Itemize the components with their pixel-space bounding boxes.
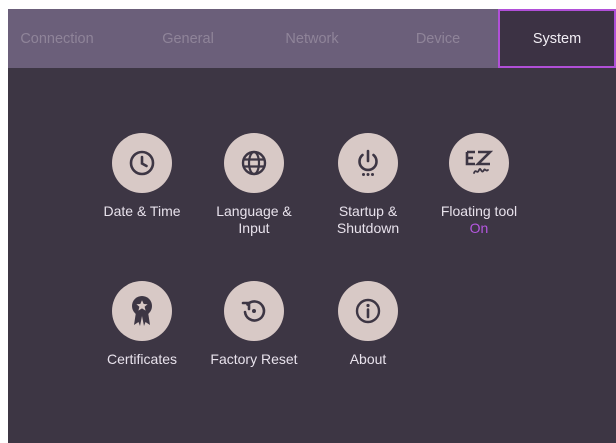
info-icon <box>355 298 381 324</box>
icon-circle <box>449 133 509 193</box>
floating-tool-tile[interactable]: Floating tool On <box>424 133 534 237</box>
tab-label: Device <box>415 30 461 47</box>
icon-circle <box>338 281 398 341</box>
tab-device[interactable]: Device <box>398 9 478 68</box>
tab-connection[interactable]: Connection <box>8 9 106 68</box>
icon-circle <box>112 133 172 193</box>
floating-tool-status: On <box>469 220 489 236</box>
tile-label: Startup & Shutdown <box>336 203 400 236</box>
tab-network[interactable]: Network <box>272 9 352 68</box>
startup-shutdown-tile[interactable]: Startup & Shutdown <box>313 133 423 237</box>
icon-circle <box>224 281 284 341</box>
tab-label: Connection <box>20 30 94 47</box>
tile-label: About <box>349 351 387 367</box>
icon-circle <box>224 133 284 193</box>
clock-icon <box>129 150 155 176</box>
reset-icon <box>241 300 266 322</box>
tile-label: Language & Input <box>216 203 292 236</box>
tab-label: General <box>162 30 214 47</box>
settings-screen: Connection General Network Device System… <box>8 9 616 443</box>
award-ribbon-icon <box>132 296 152 326</box>
tile-label: Factory Reset <box>210 351 298 367</box>
tile-label: Floating tool <box>440 203 518 219</box>
ez-write-icon <box>465 150 494 174</box>
icon-circle <box>112 281 172 341</box>
globe-icon <box>241 150 267 176</box>
certificates-tile[interactable]: Certificates <box>87 281 197 368</box>
factory-reset-tile[interactable]: Factory Reset <box>199 281 309 368</box>
tab-system[interactable]: System <box>498 9 616 68</box>
language-input-tile[interactable]: Language & Input <box>199 133 309 237</box>
tab-label: Network <box>285 30 339 47</box>
tab-label: System <box>532 30 582 47</box>
power-icon <box>358 149 378 176</box>
tab-bar: Connection General Network Device System <box>8 9 616 68</box>
icon-circle <box>338 133 398 193</box>
tile-label: Date & Time <box>103 203 181 219</box>
date-time-tile[interactable]: Date & Time <box>87 133 197 220</box>
tile-label: Certificates <box>106 351 178 367</box>
tab-general[interactable]: General <box>148 9 228 68</box>
about-tile[interactable]: About <box>313 281 423 368</box>
